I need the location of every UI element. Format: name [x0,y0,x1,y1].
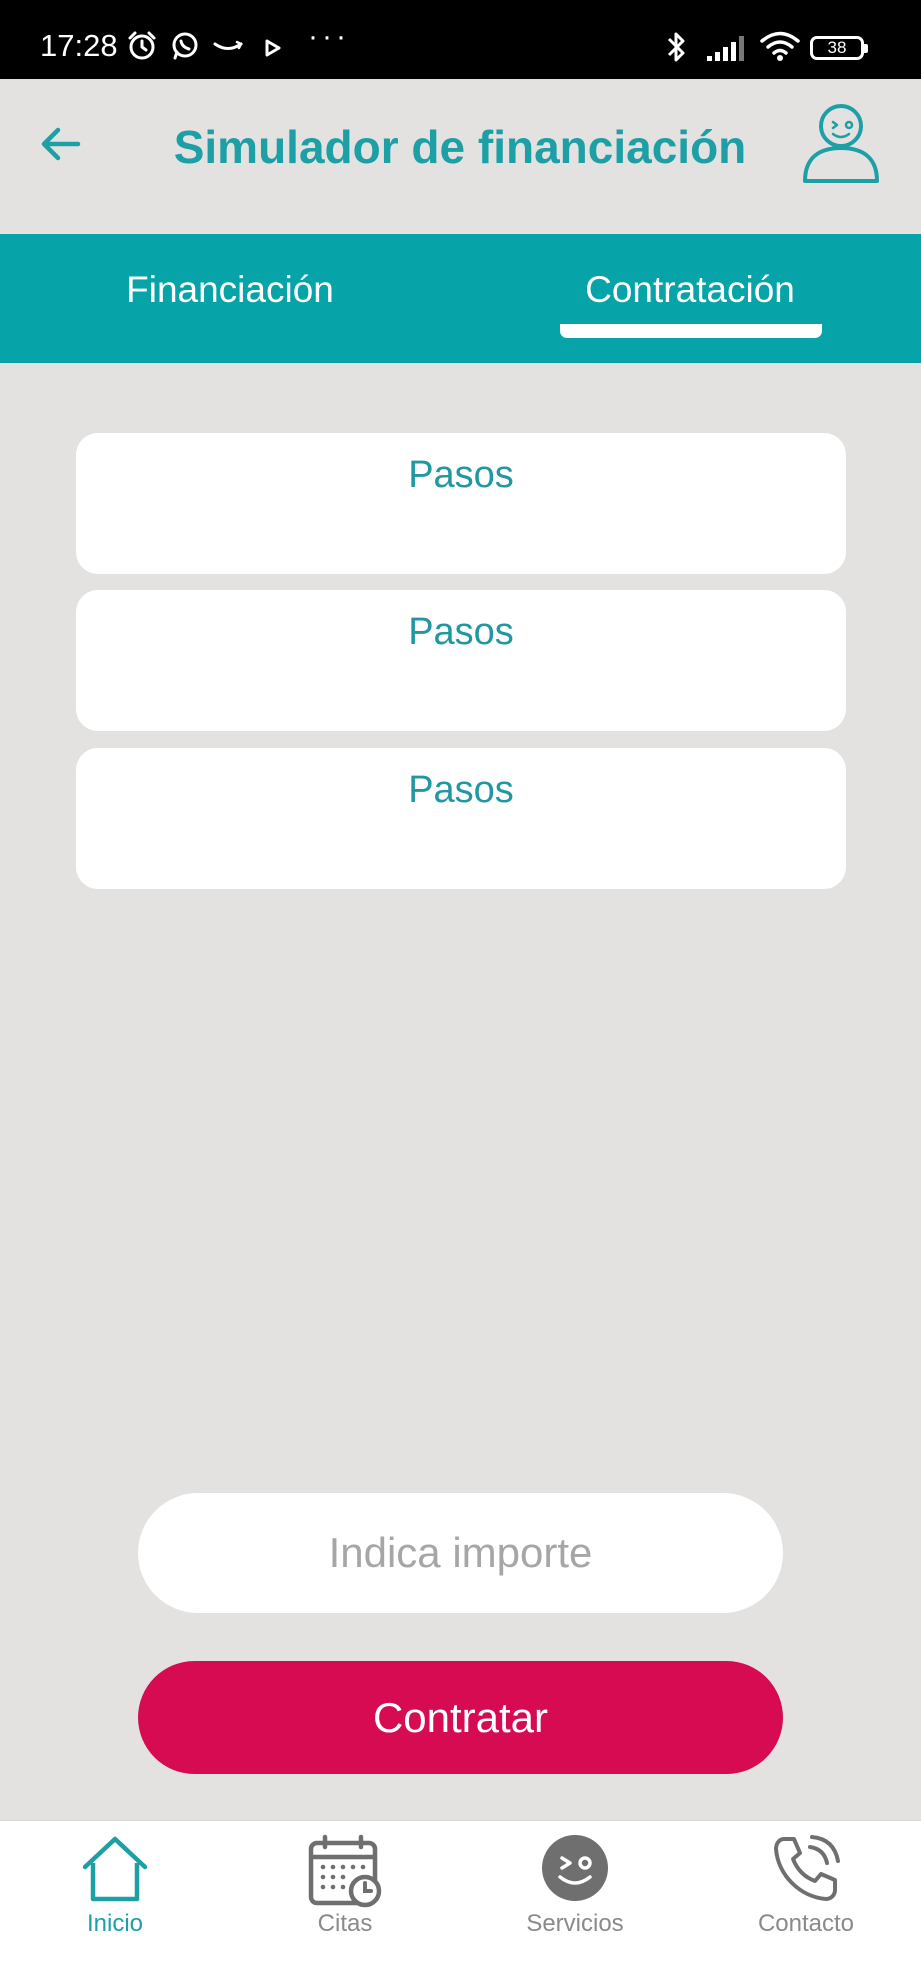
whatsapp-icon [172,32,198,60]
status-time: 17:28 [40,28,118,63]
services-icon [542,1835,608,1901]
steps-card[interactable]: Pasos [76,590,846,731]
steps-card[interactable]: Pasos [76,433,846,574]
steps-card-title: Pasos [408,769,514,811]
page-title: Simulador de financiación [173,121,747,173]
steps-card-title: Pasos [408,611,514,653]
nav-item-citas[interactable]: Citas [245,1821,445,1966]
home-icon [82,1836,148,1902]
play-icon [265,39,281,57]
nav-label-contacto: Contacto [757,1910,855,1937]
nav-label-citas: Citas [317,1910,373,1937]
battery-icon: 38 [810,36,868,60]
tab-bar: Financiación Contratación [0,234,921,363]
back-arrow-icon[interactable] [36,119,86,169]
more-dots-icon: ··· [308,20,350,53]
status-bar: 17:28 ··· 38 [0,0,921,79]
active-tab-indicator [560,324,822,338]
bluetooth-icon [667,32,685,62]
bottom-navigation: Inicio Citas Servicios Contacto [0,1820,921,1966]
contract-button[interactable]: Contratar [138,1661,783,1774]
nav-item-servicios[interactable]: Servicios [475,1821,675,1966]
profile-icon[interactable] [800,101,882,185]
nav-label-servicios: Servicios [526,1910,624,1937]
nav-item-contacto[interactable]: Contacto [706,1821,906,1966]
tab-contratacion[interactable]: Contratación [560,268,820,312]
signal-icon [707,36,744,61]
wifi-icon [760,31,800,61]
app-header: Simulador de financiación [0,79,921,234]
steps-card[interactable]: Pasos [76,748,846,889]
tab-financiacion[interactable]: Financiación [100,268,360,312]
alarm-icon [128,31,156,60]
phone-icon [774,1835,840,1901]
steps-card-title: Pasos [408,454,514,496]
nav-label-inicio: Inicio [86,1910,144,1937]
nav-item-inicio[interactable]: Inicio [15,1821,215,1966]
amount-input[interactable] [138,1493,783,1613]
calendar-icon [308,1834,382,1908]
amazon-icon [213,40,243,50]
